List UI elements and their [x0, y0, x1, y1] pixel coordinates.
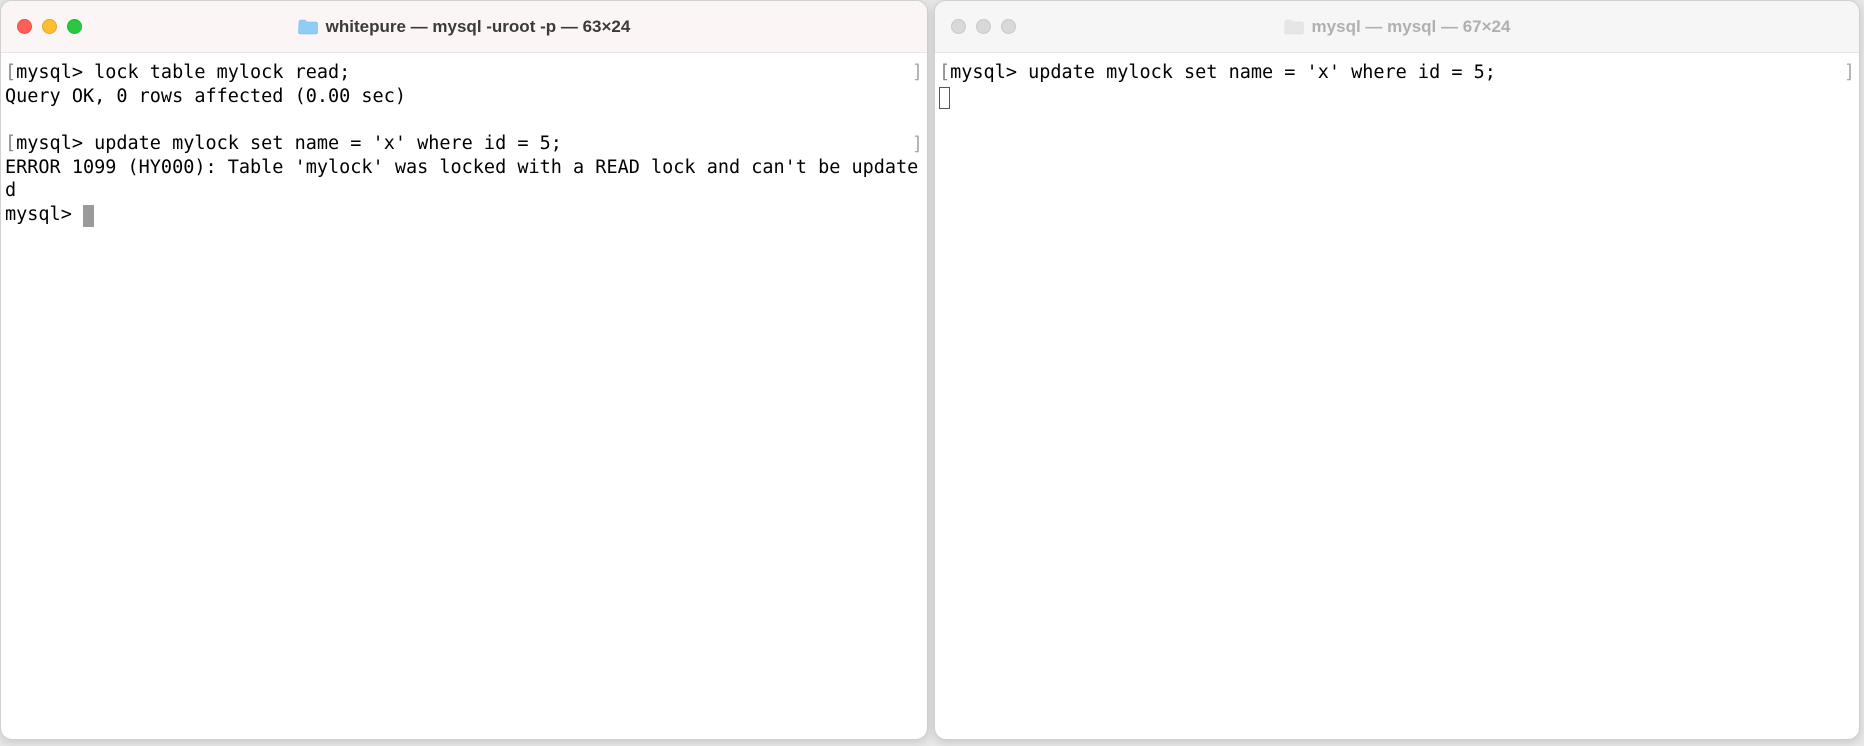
cursor-icon: [83, 205, 94, 227]
terminal-line: Query OK, 0 rows affected (0.00 sec): [5, 86, 406, 107]
maximize-button[interactable]: [67, 19, 82, 34]
terminal-line: update mylock set name = 'x' where id = …: [1017, 62, 1496, 83]
title-area-right: mysql — mysql — 67×24: [935, 17, 1859, 37]
window-title-left: whitepure — mysql -uroot -p — 63×24: [326, 17, 631, 37]
title-area-left: whitepure — mysql -uroot -p — 63×24: [1, 17, 927, 37]
titlebar-right[interactable]: mysql — mysql — 67×24: [935, 1, 1859, 53]
bracket-icon: [: [5, 62, 16, 83]
terminal-window-left[interactable]: whitepure — mysql -uroot -p — 63×24 ]][m…: [0, 0, 928, 740]
terminal-body-right[interactable]: ][mysql> update mylock set name = 'x' wh…: [935, 53, 1859, 739]
maximize-button[interactable]: [1001, 19, 1016, 34]
folder-icon: [1284, 19, 1304, 35]
close-button[interactable]: [951, 19, 966, 34]
terminal-prompt: mysql>: [16, 62, 83, 83]
bracket-icon: [: [939, 62, 950, 83]
minimize-button[interactable]: [42, 19, 57, 34]
traffic-lights-left: [17, 19, 82, 34]
terminal-line: lock table mylock read;: [83, 62, 350, 83]
terminal-prompt: mysql>: [950, 62, 1017, 83]
minimize-button[interactable]: [976, 19, 991, 34]
terminal-line: ERROR 1099 (HY000): Table 'mylock' was l…: [5, 157, 918, 202]
terminal-prompt: mysql>: [16, 133, 83, 154]
window-title-right: mysql — mysql — 67×24: [1312, 17, 1511, 37]
terminal-body-left[interactable]: ]][mysql> lock table mylock read; Query …: [1, 53, 927, 739]
close-button[interactable]: [17, 19, 32, 34]
terminal-window-right[interactable]: mysql — mysql — 67×24 ][mysql> update my…: [934, 0, 1860, 740]
terminal-line: update mylock set name = 'x' where id = …: [83, 133, 562, 154]
terminal-prompt: mysql>: [5, 204, 83, 225]
cursor-icon: [939, 87, 950, 109]
titlebar-left[interactable]: whitepure — mysql -uroot -p — 63×24: [1, 1, 927, 53]
folder-icon: [298, 19, 318, 35]
bracket-icon: [: [5, 133, 16, 154]
traffic-lights-right: [951, 19, 1016, 34]
